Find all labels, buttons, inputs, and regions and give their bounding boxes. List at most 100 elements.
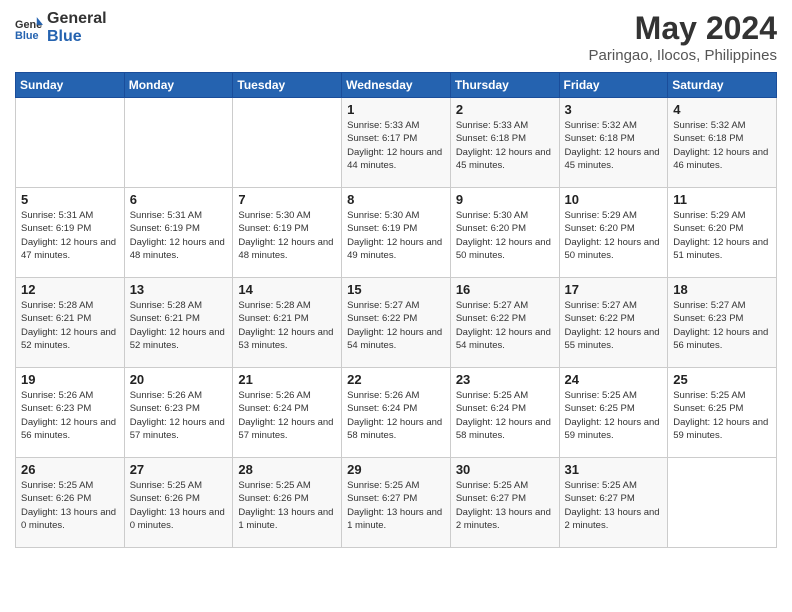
day-info: Sunrise: 5:26 AMSunset: 6:23 PMDaylight:… xyxy=(21,389,119,442)
day-number: 29 xyxy=(347,462,445,477)
day-number: 20 xyxy=(130,372,228,387)
day-number: 27 xyxy=(130,462,228,477)
day-info: Sunrise: 5:26 AMSunset: 6:24 PMDaylight:… xyxy=(347,389,445,442)
day-number: 12 xyxy=(21,282,119,297)
day-info: Sunrise: 5:25 AMSunset: 6:27 PMDaylight:… xyxy=(565,479,663,532)
day-info: Sunrise: 5:27 AMSunset: 6:22 PMDaylight:… xyxy=(456,299,554,352)
day-number: 2 xyxy=(456,102,554,117)
calendar-week-row: 12 Sunrise: 5:28 AMSunset: 6:21 PMDayligh… xyxy=(16,278,777,368)
day-number: 16 xyxy=(456,282,554,297)
calendar-cell: 14Sunrise: 5:28 AMSunset: 6:21 PMDayligh… xyxy=(233,278,342,368)
day-info: Sunrise: 5:26 AMSunset: 6:23 PMDaylight:… xyxy=(130,389,228,442)
day-info: Sunrise: 5:28 AMSunset: 6:21 PMDaylight:… xyxy=(21,299,119,352)
svg-text:Blue: Blue xyxy=(15,29,39,41)
day-info: Sunrise: 5:32 AMSunset: 6:18 PMDaylight:… xyxy=(565,119,663,172)
title-block: May 2024 Paringao, Ilocos, Philippines xyxy=(589,10,777,64)
calendar-cell: 24 Sunrise: 5:25 AMSunset: 6:25 PMDayligh… xyxy=(559,368,668,458)
location-subtitle: Paringao, Ilocos, Philippines xyxy=(589,47,777,64)
calendar-cell: 9 Sunrise: 5:30 AMSunset: 6:20 PMDaylight… xyxy=(450,188,559,278)
calendar-cell: 29 Sunrise: 5:25 AMSunset: 6:27 PMDayligh… xyxy=(342,458,451,548)
day-info: Sunrise: 5:32 AMSunset: 6:18 PMDaylight:… xyxy=(673,119,771,172)
calendar-week-row: 19 Sunrise: 5:26 AMSunset: 6:23 PMDayligh… xyxy=(16,368,777,458)
day-info: Sunrise: 5:25 AMSunset: 6:27 PMDaylight:… xyxy=(456,479,554,532)
day-info: Sunrise: 5:25 AMSunset: 6:26 PMDaylight:… xyxy=(238,479,336,532)
logo-line2: Blue xyxy=(47,28,107,46)
day-number: 30 xyxy=(456,462,554,477)
calendar-cell: 3 Sunrise: 5:32 AMSunset: 6:18 PMDaylight… xyxy=(559,98,668,188)
day-number: 9 xyxy=(456,192,554,207)
calendar-cell: 30 Sunrise: 5:25 AMSunset: 6:27 PMDayligh… xyxy=(450,458,559,548)
day-number: 6 xyxy=(130,192,228,207)
calendar-cell: 4 Sunrise: 5:32 AMSunset: 6:18 PMDaylight… xyxy=(668,98,777,188)
day-number: 17 xyxy=(565,282,663,297)
calendar-week-row: 1 Sunrise: 5:33 AMSunset: 6:17 PMDaylight… xyxy=(16,98,777,188)
day-number: 10 xyxy=(565,192,663,207)
day-number: 19 xyxy=(21,372,119,387)
header-friday: Friday xyxy=(559,73,668,98)
day-info: Sunrise: 5:27 AMSunset: 6:22 PMDaylight:… xyxy=(347,299,445,352)
calendar-cell xyxy=(233,98,342,188)
day-number: 13 xyxy=(130,282,228,297)
day-number: 18 xyxy=(673,282,771,297)
calendar-cell: 12 Sunrise: 5:28 AMSunset: 6:21 PMDayligh… xyxy=(16,278,125,368)
calendar-cell: 6 Sunrise: 5:31 AMSunset: 6:19 PMDaylight… xyxy=(124,188,233,278)
day-number: 21 xyxy=(238,372,336,387)
day-number: 22 xyxy=(347,372,445,387)
day-number: 24 xyxy=(565,372,663,387)
calendar-cell: 20 Sunrise: 5:26 AMSunset: 6:23 PMDayligh… xyxy=(124,368,233,458)
day-info: Sunrise: 5:25 AMSunset: 6:25 PMDaylight:… xyxy=(673,389,771,442)
day-number: 14 xyxy=(238,282,336,297)
calendar-cell: 10Sunrise: 5:29 AMSunset: 6:20 PMDayligh… xyxy=(559,188,668,278)
calendar-week-row: 26Sunrise: 5:25 AMSunset: 6:26 PMDayligh… xyxy=(16,458,777,548)
calendar-cell: 25 Sunrise: 5:25 AMSunset: 6:25 PMDayligh… xyxy=(668,368,777,458)
calendar-cell: 7Sunrise: 5:30 AMSunset: 6:19 PMDaylight… xyxy=(233,188,342,278)
day-number: 3 xyxy=(565,102,663,117)
calendar-cell: 17Sunrise: 5:27 AMSunset: 6:22 PMDayligh… xyxy=(559,278,668,368)
day-info: Sunrise: 5:30 AMSunset: 6:20 PMDaylight:… xyxy=(456,209,554,262)
calendar-cell xyxy=(16,98,125,188)
weekday-header-row: Sunday Monday Tuesday Wednesday Thursday… xyxy=(16,73,777,98)
day-info: Sunrise: 5:26 AMSunset: 6:24 PMDaylight:… xyxy=(238,389,336,442)
day-info: Sunrise: 5:31 AMSunset: 6:19 PMDaylight:… xyxy=(130,209,228,262)
day-number: 1 xyxy=(347,102,445,117)
day-number: 25 xyxy=(673,372,771,387)
month-title: May 2024 xyxy=(589,10,777,47)
day-info: Sunrise: 5:28 AMSunset: 6:21 PMDaylight:… xyxy=(130,299,228,352)
calendar-cell: 19 Sunrise: 5:26 AMSunset: 6:23 PMDayligh… xyxy=(16,368,125,458)
calendar-cell: 22 Sunrise: 5:26 AMSunset: 6:24 PMDayligh… xyxy=(342,368,451,458)
day-number: 8 xyxy=(347,192,445,207)
calendar-cell: 8 Sunrise: 5:30 AMSunset: 6:19 PMDaylight… xyxy=(342,188,451,278)
header-monday: Monday xyxy=(124,73,233,98)
logo-line1: General xyxy=(47,10,107,28)
calendar-cell: 31 Sunrise: 5:25 AMSunset: 6:27 PMDayligh… xyxy=(559,458,668,548)
page-header: Gene Blue General Blue May 2024 Paringao… xyxy=(15,10,777,64)
calendar-cell: 2 Sunrise: 5:33 AMSunset: 6:18 PMDaylight… xyxy=(450,98,559,188)
day-info: Sunrise: 5:33 AMSunset: 6:18 PMDaylight:… xyxy=(456,119,554,172)
day-info: Sunrise: 5:25 AMSunset: 6:26 PMDaylight:… xyxy=(130,479,228,532)
day-info: Sunrise: 5:29 AMSunset: 6:20 PMDaylight:… xyxy=(673,209,771,262)
day-info: Sunrise: 5:33 AMSunset: 6:17 PMDaylight:… xyxy=(347,119,445,172)
day-info: Sunrise: 5:27 AMSunset: 6:23 PMDaylight:… xyxy=(673,299,771,352)
header-saturday: Saturday xyxy=(668,73,777,98)
calendar-table: Sunday Monday Tuesday Wednesday Thursday… xyxy=(15,72,777,548)
day-info: Sunrise: 5:25 AMSunset: 6:25 PMDaylight:… xyxy=(565,389,663,442)
calendar-cell xyxy=(124,98,233,188)
day-info: Sunrise: 5:25 AMSunset: 6:27 PMDaylight:… xyxy=(347,479,445,532)
day-info: Sunrise: 5:30 AMSunset: 6:19 PMDaylight:… xyxy=(347,209,445,262)
day-number: 31 xyxy=(565,462,663,477)
calendar-cell: 28Sunrise: 5:25 AMSunset: 6:26 PMDayligh… xyxy=(233,458,342,548)
day-number: 5 xyxy=(21,192,119,207)
calendar-cell: 5 Sunrise: 5:31 AMSunset: 6:19 PMDaylight… xyxy=(16,188,125,278)
day-number: 15 xyxy=(347,282,445,297)
day-number: 4 xyxy=(673,102,771,117)
day-number: 7 xyxy=(238,192,336,207)
calendar-cell xyxy=(668,458,777,548)
day-number: 11 xyxy=(673,192,771,207)
calendar-cell: 13 Sunrise: 5:28 AMSunset: 6:21 PMDayligh… xyxy=(124,278,233,368)
header-sunday: Sunday xyxy=(16,73,125,98)
calendar-week-row: 5 Sunrise: 5:31 AMSunset: 6:19 PMDaylight… xyxy=(16,188,777,278)
calendar-cell: 21 Sunrise: 5:26 AMSunset: 6:24 PMDayligh… xyxy=(233,368,342,458)
logo: Gene Blue General Blue xyxy=(15,10,107,45)
calendar-cell: 26Sunrise: 5:25 AMSunset: 6:26 PMDayligh… xyxy=(16,458,125,548)
day-info: Sunrise: 5:31 AMSunset: 6:19 PMDaylight:… xyxy=(21,209,119,262)
